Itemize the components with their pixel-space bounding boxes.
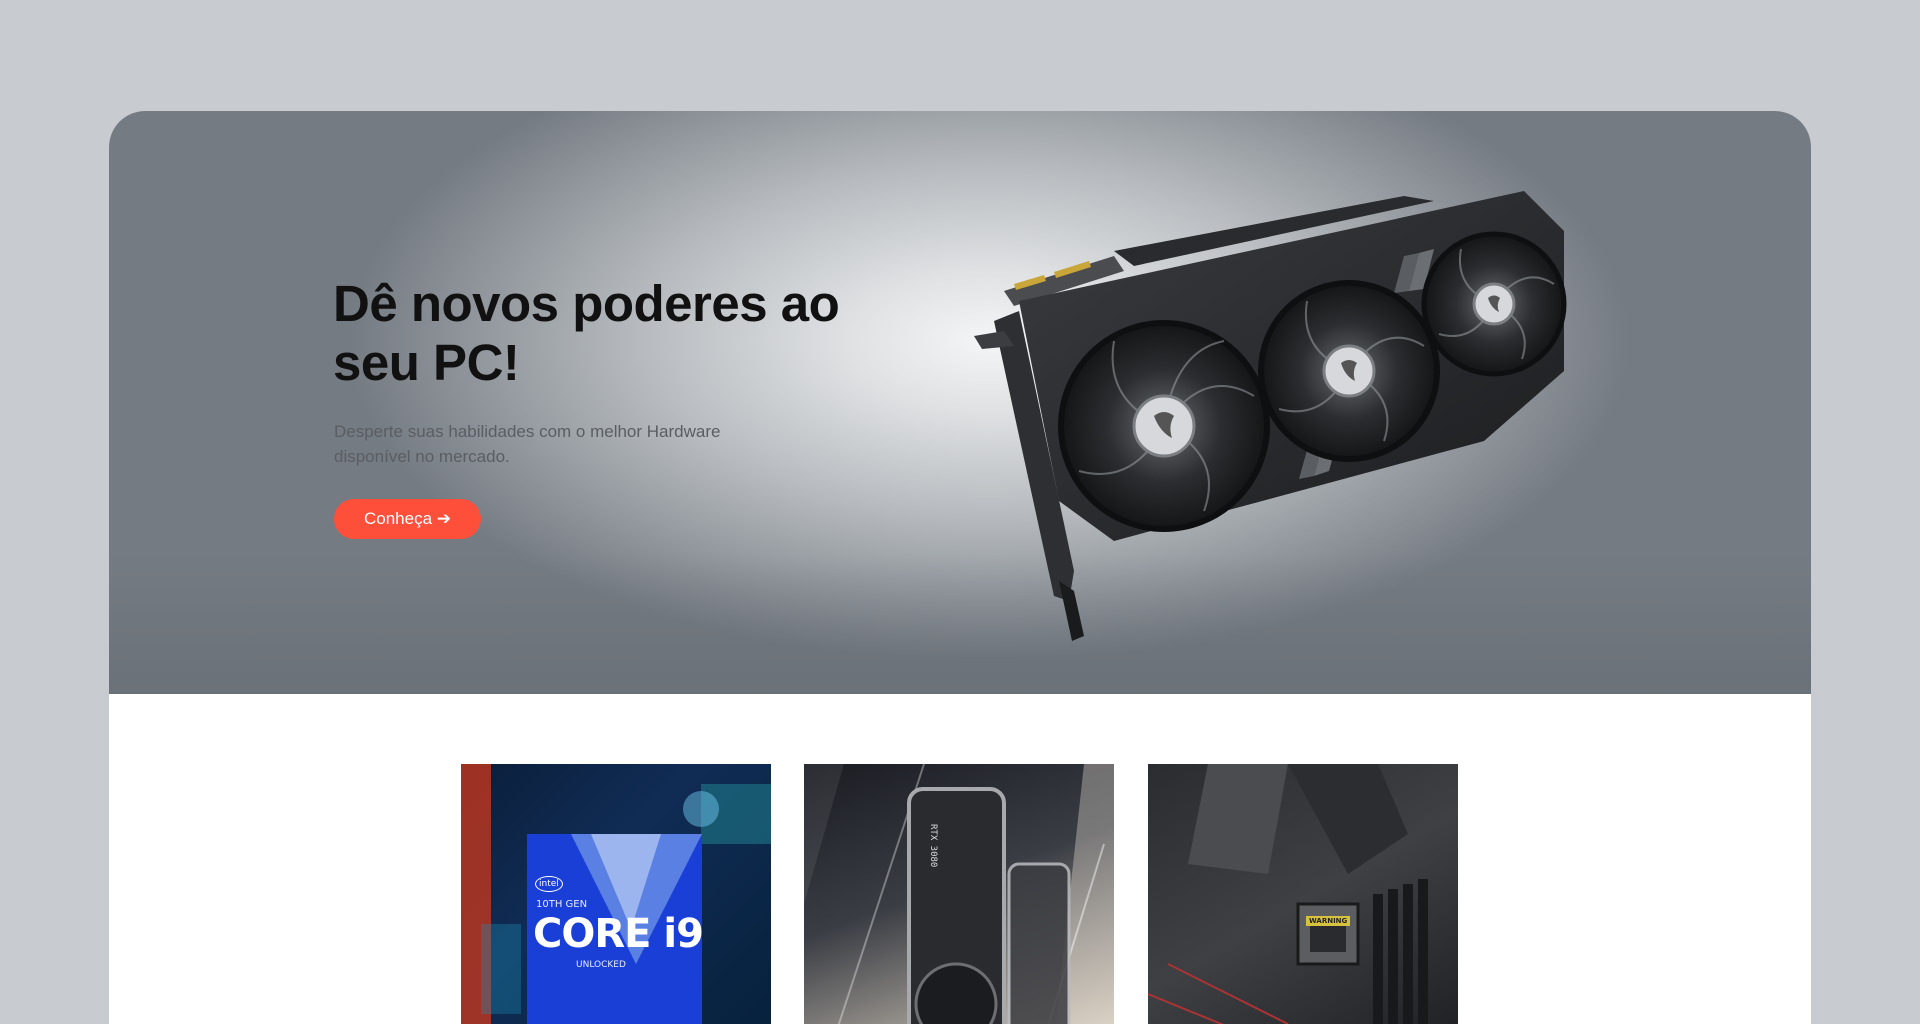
hero-title: Dê novos poderes ao seu PC! <box>333 275 840 391</box>
product-card-motherboard[interactable]: WARNING <box>1148 764 1458 1024</box>
cta-button[interactable]: Conheça ➔ <box>334 499 482 539</box>
rtx-graphics-card-icon <box>804 764 1114 1024</box>
box-brand-text: CORE i9 <box>533 911 704 957</box>
motherboard-icon <box>1148 764 1428 1024</box>
graphics-card-image <box>974 191 1567 641</box>
box-gen-text: 10TH GEN <box>536 899 588 910</box>
warning-sticker: WARNING <box>1306 916 1351 926</box>
box-unlocked-text: UNLOCKED <box>576 960 626 970</box>
hero-banner: Dê novos poderes ao seu PC! Desperte sua… <box>109 111 1811 694</box>
card-model-label: RTX 3080 <box>928 824 938 868</box>
hero-subtitle: Desperte suas habilidades com o melhor H… <box>334 422 721 466</box>
intel-badge: intel <box>535 876 563 892</box>
intel-core-i9-box-icon <box>461 764 771 1024</box>
product-card-cpu[interactable]: intel 10TH GEN CORE i9 UNLOCKED <box>461 764 771 1024</box>
product-grid: intel 10TH GEN CORE i9 UNLOCKED RTX 3080 <box>109 694 1811 1024</box>
product-card-gpu[interactable]: RTX 3080 <box>804 764 1114 1024</box>
page-card: Dê novos poderes ao seu PC! Desperte sua… <box>109 111 1811 1024</box>
